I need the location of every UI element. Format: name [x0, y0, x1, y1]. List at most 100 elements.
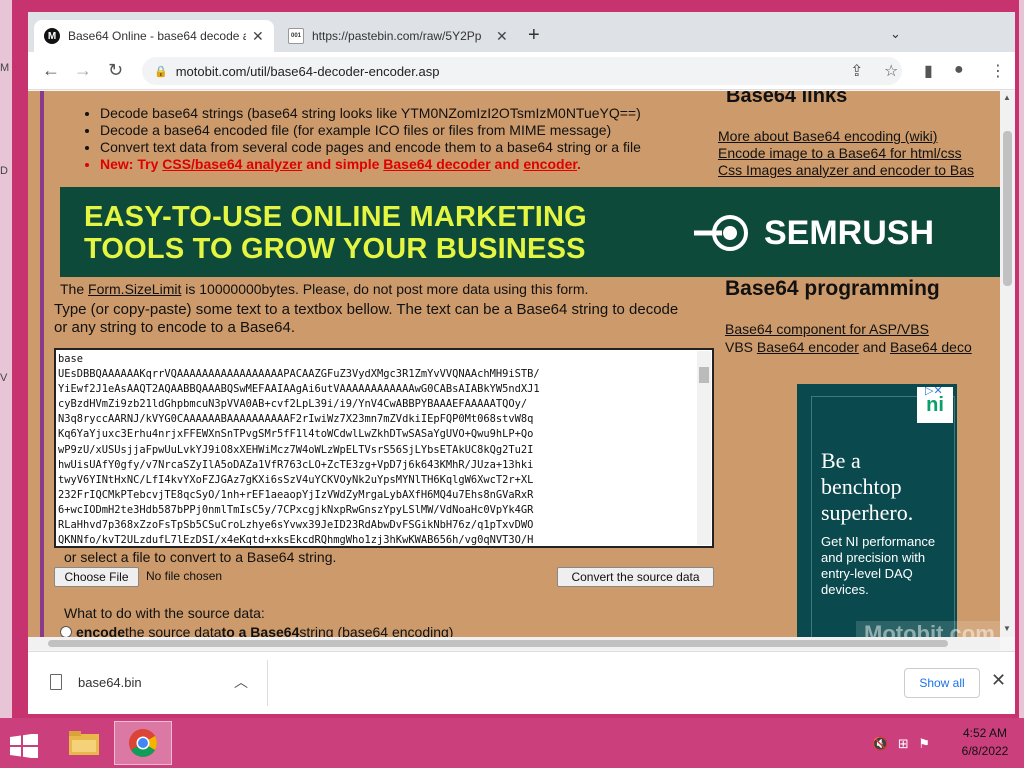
scroll-up-arrow-icon[interactable]: ▲ — [1003, 93, 1011, 102]
lock-icon[interactable]: 🔒 — [154, 65, 168, 78]
vbs-encoder-link[interactable]: Base64 encoder — [757, 339, 859, 355]
windows-start-icon[interactable] — [10, 734, 38, 758]
side-ad[interactable]: ni ▷✕ Be a benchtop superhero. Get NI pe… — [797, 384, 957, 637]
file-explorer-icon[interactable] — [60, 723, 108, 763]
downloads-separator — [267, 660, 268, 706]
ad-headline: EASY-TO-USE ONLINE MARKETING TOOLS TO GR… — [84, 201, 587, 265]
horizontal-scroll-thumb[interactable] — [48, 640, 948, 647]
base64-links-heading: Base64 links — [726, 91, 848, 107]
page-left-border — [40, 91, 44, 637]
asp-component-link[interactable]: Base64 component for ASP/VBS — [725, 321, 929, 337]
tab-pastebin[interactable]: 001 https://pastebin.com/raw/5Y2Pp ✕ — [278, 20, 518, 52]
side-panel-icon[interactable]: ▮ — [924, 61, 933, 81]
network-icon[interactable]: ⊞ — [898, 736, 909, 751]
encode-bold2: to a Base64 — [221, 624, 300, 637]
base64-decoder-link[interactable]: Base64 decoder — [383, 156, 490, 172]
file-icon — [50, 674, 62, 690]
desktop-icon-fragment[interactable]: M — [0, 62, 10, 76]
forward-arrow-icon[interactable]: → — [74, 60, 92, 81]
side-ad-headline: Be a benchtop superhero. — [821, 448, 914, 525]
base64-programming-panel: Base64 programming Base64 component for … — [725, 277, 1015, 355]
tab-base64-online[interactable]: M Base64 Online - base64 decode a ✕ — [34, 20, 274, 52]
close-tab-icon[interactable]: ✕ — [252, 28, 264, 45]
clock-date: 6/8/2022 — [961, 744, 1009, 758]
textarea-scrollbar[interactable] — [697, 351, 711, 545]
new-and: and — [490, 156, 524, 172]
page-horizontal-scrollbar[interactable] — [28, 637, 1000, 650]
type-hint-text: Type (or copy-paste) some text to a text… — [54, 301, 679, 336]
page-vertical-scrollbar[interactable]: ▲ ▼ — [1000, 91, 1015, 637]
form-limit-pre: The — [60, 281, 89, 297]
taskbar: 🔇 ⊞ ⚑ 4:52 AM 6/8/2022 — [0, 718, 1024, 768]
close-tab-icon[interactable]: ✕ — [496, 28, 508, 45]
ad-brand-name: SEMRUSH — [764, 213, 935, 252]
css-analyzer-link[interactable]: CSS/base64 analyzer — [162, 156, 302, 172]
textarea-content: base UEsDBBQAAAAAAKqrrVQAAAAAAAAAAAAAAAA… — [58, 353, 540, 547]
action-center-icon[interactable]: ⚑ — [918, 736, 930, 751]
scroll-down-arrow-icon[interactable]: ▼ — [1003, 624, 1011, 633]
tab-search-icon[interactable]: ⌄ — [890, 26, 901, 42]
taskbar-clock[interactable]: 4:52 AM 6/8/2022 — [950, 724, 1020, 760]
tab-title: Base64 Online - base64 decode a — [68, 29, 246, 43]
more-menu-icon[interactable]: ⋮ — [990, 61, 1006, 81]
banner-ad[interactable]: EASY-TO-USE ONLINE MARKETING TOOLS TO GR… — [60, 187, 1004, 277]
clock-time: 4:52 AM — [962, 726, 1008, 740]
wiki-link[interactable]: More about Base64 encoding (wiki) — [718, 128, 974, 145]
css-images-link[interactable]: Css Images analyzer and encoder to Bas — [718, 162, 974, 179]
ad-brand: SEMRUSH — [692, 213, 934, 253]
base64-links-panel: Base64 links More about Base64 encoding … — [718, 91, 974, 179]
new-suffix: . — [577, 156, 581, 172]
form-sizelimit-link[interactable]: Form.SizeLimit — [88, 281, 181, 297]
folder-icon — [69, 731, 99, 755]
back-arrow-icon[interactable]: ← — [42, 60, 60, 81]
volume-muted-icon[interactable]: 🔇 — [872, 736, 888, 751]
ad-headline-line1: EASY-TO-USE ONLINE MARKETING — [84, 201, 587, 233]
tab-title: https://pastebin.com/raw/5Y2Pp — [312, 29, 482, 43]
ad-headline-line2: TOOLS TO GROW YOUR BUSINESS — [84, 233, 586, 265]
share-icon[interactable]: ⇪ — [850, 61, 863, 81]
url-text: motobit.com/util/base64-decoder-encoder.… — [175, 63, 440, 79]
tab-strip: M Base64 Online - base64 decode a ✕ 001 … — [28, 12, 1015, 52]
encode-option[interactable]: encode the source data to a Base64 strin… — [60, 624, 453, 637]
download-item[interactable]: base64.bin — [50, 674, 142, 690]
vertical-scroll-thumb[interactable] — [1003, 131, 1012, 286]
system-tray: 🔇 ⊞ ⚑ — [872, 736, 930, 752]
encoder-link[interactable]: encoder — [523, 156, 577, 172]
show-all-button[interactable]: Show all — [904, 668, 980, 698]
encode-radio[interactable] — [60, 626, 72, 637]
profile-avatar-icon[interactable]: ● — [954, 61, 964, 79]
chrome-logo-icon — [129, 729, 157, 757]
convert-button[interactable]: Convert the source data — [557, 567, 714, 587]
choose-file-button[interactable]: Choose File — [54, 567, 139, 587]
vbs-decoder-link[interactable]: Base64 deco — [890, 339, 972, 355]
close-downloads-icon[interactable]: ✕ — [991, 670, 1006, 691]
feature-item: Decode a base64 encoded file (for exampl… — [100, 122, 641, 139]
no-file-label: No file chosen — [146, 569, 223, 583]
browser-toolbar: ← → ↻ 🔒 motobit.com/util/base64-decoder-… — [28, 52, 1015, 90]
chrome-frame: M Base64 Online - base64 decode a ✕ 001 … — [28, 12, 1015, 714]
textarea-scroll-thumb[interactable] — [699, 367, 709, 383]
reload-icon[interactable]: ↻ — [108, 60, 123, 81]
page-viewport: Decode base64 strings (base64 string loo… — [28, 91, 1015, 637]
desktop-icon-fragment[interactable]: D — [0, 165, 10, 179]
form-limit-post: is 10000000bytes. Please, do not post mo… — [181, 281, 589, 297]
new-tab-button[interactable]: + — [528, 24, 540, 47]
feature-item: Decode base64 strings (base64 string loo… — [100, 105, 641, 122]
what-to-do-text: What to do with the source data: — [64, 605, 265, 621]
ad-close-icon[interactable]: ▷✕ — [925, 384, 943, 397]
encode-image-link[interactable]: Encode image to a Base64 for html/css — [718, 145, 974, 162]
encode-text2: string (base64 encoding) — [299, 624, 454, 637]
pastebin-favicon-icon: 001 — [288, 28, 304, 44]
base64-programming-heading: Base64 programming — [725, 277, 940, 300]
source-textarea[interactable]: base UEsDBBQAAAAAAKqrrVQAAAAAAAAAAAAAAAA… — [54, 348, 714, 548]
form-limit-text: The Form.SizeLimit is 10000000bytes. Ple… — [60, 281, 588, 297]
new-mid: and simple — [302, 156, 384, 172]
address-bar[interactable]: 🔒 motobit.com/util/base64-decoder-encode… — [142, 57, 902, 85]
desktop-icon-fragment[interactable]: V — [0, 372, 10, 386]
bookmark-star-icon[interactable]: ☆ — [884, 61, 898, 81]
chevron-up-icon[interactable]: ︿ — [234, 672, 248, 692]
vbs-mid: and — [858, 339, 891, 355]
chrome-taskbar-icon[interactable] — [114, 721, 172, 765]
motobit-favicon-icon: M — [44, 28, 60, 44]
semrush-logo-icon — [694, 215, 748, 251]
